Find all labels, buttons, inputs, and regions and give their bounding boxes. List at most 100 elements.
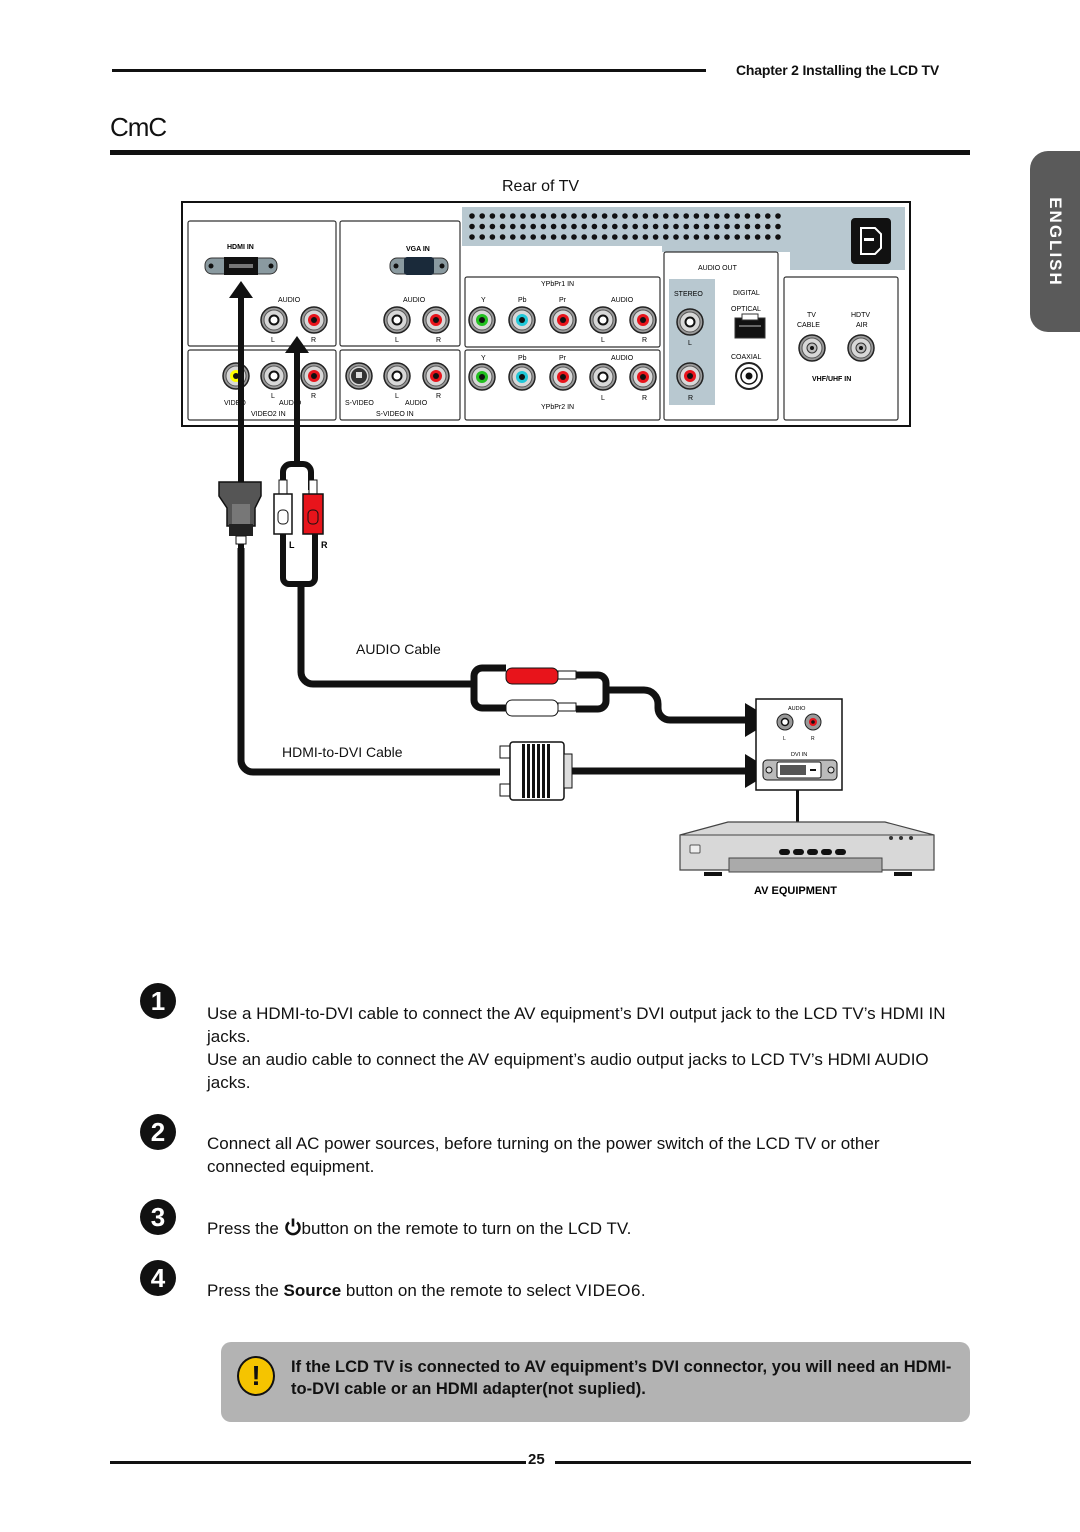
vent-hole [489,213,496,219]
step-1-number: 1 [140,983,176,1019]
l-label: L [601,337,605,344]
plug-r-label: R [321,540,328,550]
ypbpr1-y-jack[interactable] [468,306,496,334]
vent-hole [744,213,751,219]
vent-hole [540,223,547,230]
vent-hole [469,223,475,230]
tv-label: TV [807,312,816,319]
vent-hole [510,234,516,240]
vent-hole [775,223,781,230]
step-3-post: button on the remote to turn on the LCD … [301,1219,632,1238]
vent-hole [663,213,669,219]
video2-audio-r-jack[interactable] [300,362,328,390]
vent-hole [632,213,638,219]
vent-hole [714,234,720,240]
hdmi-audio-r-jack[interactable] [300,306,328,334]
r-label: R [311,337,316,344]
ypbpr1-in-label: YPbPr1 IN [541,281,574,288]
l-label: L [271,337,275,344]
ypbpr2-audio-r-jack[interactable] [629,363,657,391]
stereo-out-r-jack[interactable] [676,362,704,390]
vent-hole [652,234,659,240]
ypbpr1-pr-jack[interactable] [549,306,577,334]
l-label: L [395,337,399,344]
step-4-pre: Press the [207,1281,284,1300]
vent-hole [530,213,536,219]
ypbpr1-audio-label: AUDIO [611,297,634,304]
dvi-in-label: DVI IN [791,752,807,758]
video2-audio-l-jack[interactable] [260,362,288,390]
vent-hole [591,234,598,240]
s-video-jack[interactable] [345,362,373,390]
vent-hole [734,234,740,240]
hdmi-audio-l-jack[interactable] [260,306,288,334]
vent-hole [724,213,730,219]
audio-cable-label: AUDIO Cable [356,641,441,657]
device-dvi-port[interactable] [762,759,838,781]
vent-hole [632,223,638,230]
r-label: R [436,393,441,400]
vent-hole [683,213,689,219]
vent-hole [540,234,547,240]
pr-label: Pr [559,355,567,362]
note-text: If the LCD TV is connected to AV equipme… [291,1358,952,1398]
ypbpr1-audio-l-jack[interactable] [589,306,617,334]
s-video-audio-r-jack[interactable] [422,362,450,390]
tv-cable-jack[interactable] [798,334,826,362]
vent-hole [703,213,710,219]
ypbpr1-pb-jack[interactable] [508,306,536,334]
device-audio-r-jack[interactable] [804,713,822,731]
vent-hole [612,213,618,219]
hdmi-port [204,257,278,275]
stereo-out-l-jack[interactable] [676,308,704,336]
s-video-audio-l-jack[interactable] [383,362,411,390]
vent-hole [673,223,679,230]
video2-video-jack[interactable] [222,362,250,390]
r-label: R [642,395,647,402]
l-label: L [688,340,692,347]
plug-l-label: L [289,540,295,550]
vent-hole [673,213,679,219]
l-label: L [395,393,399,400]
video2-in-label: VIDEO2 IN [251,411,286,418]
vent-hole [561,223,567,230]
s-video-label: S-VIDEO [345,400,374,407]
vga-audio-r-jack[interactable] [422,306,450,334]
ypbpr2-pr-jack[interactable] [549,363,577,391]
vent-hole [703,223,710,230]
vent-hole [652,213,659,219]
vent-hole [601,213,608,219]
vent-hole [540,213,547,219]
vga-in-label: VGA IN [406,246,430,253]
ypbpr2-pb-jack[interactable] [508,363,536,391]
step-1-paragraph-2: Use an audio cable to connect the AV equ… [207,1050,929,1092]
vga-port [389,257,449,275]
vent-hole [530,223,536,230]
ypbpr2-y-jack[interactable] [468,363,496,391]
vent-hole [581,213,587,219]
l-label: L [601,395,605,402]
hdmi-in-label: HDMI IN [227,244,254,251]
step-1-paragraph-1: Use a HDMI-to-DVI cable to connect the A… [207,1004,946,1046]
hdtv-air-jack[interactable] [847,334,875,362]
vent-hole [550,234,557,240]
vent-hole [479,234,486,240]
vent-hole [744,234,751,240]
step-3-number: 3 [140,1199,176,1235]
stereo-label: STEREO [674,291,703,298]
vent-hole [591,223,598,230]
vent-hole [499,234,506,240]
vga-audio-l-jack[interactable] [383,306,411,334]
vent-hole [775,234,781,240]
vent-hole [550,213,557,219]
ypbpr1-audio-r-jack[interactable] [629,306,657,334]
vent-hole [571,234,577,240]
step-4-mid: button on the remote to select [341,1281,576,1300]
vent-hole [520,234,526,240]
r-label: R [642,337,647,344]
coaxial-jack[interactable] [735,362,763,390]
ypbpr2-audio-l-jack[interactable] [589,363,617,391]
optical-port[interactable] [734,313,766,339]
device-audio-l-jack[interactable] [776,713,794,731]
vent-hole [642,213,649,219]
